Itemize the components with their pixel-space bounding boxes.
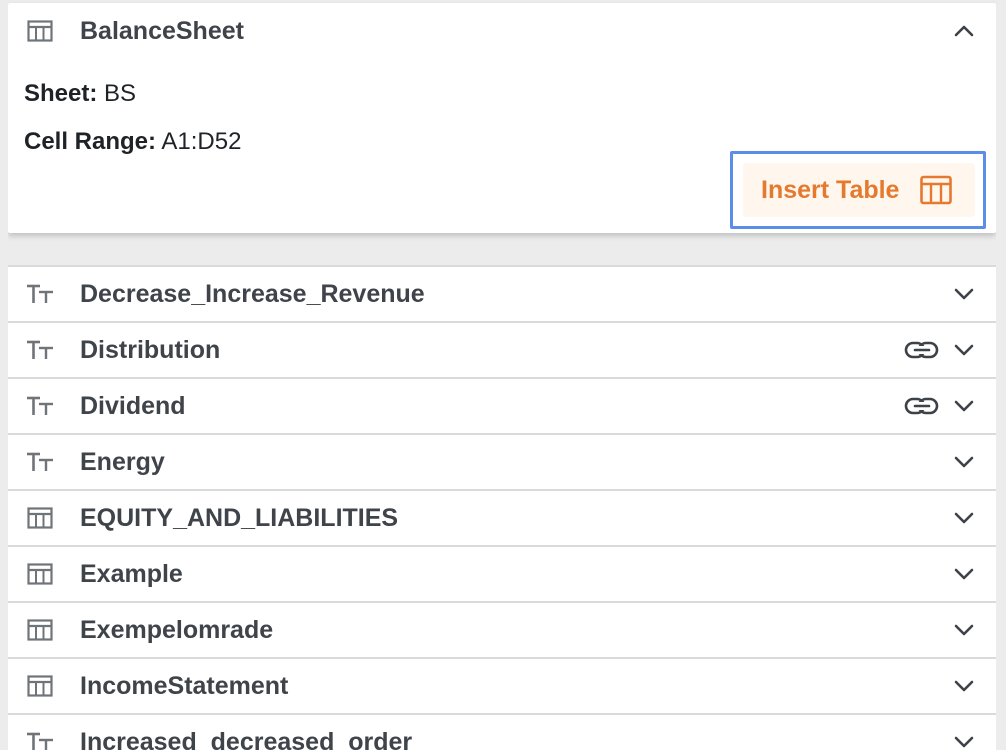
list-item-decrease-increase-revenue[interactable]: Decrease_Increase_Revenue	[8, 267, 996, 323]
link-icon[interactable]	[904, 337, 940, 363]
chevron-down-icon[interactable]	[952, 394, 976, 418]
list-item-incomestatement[interactable]: IncomeStatement	[8, 659, 996, 715]
chevron-down-icon[interactable]	[952, 562, 976, 586]
sheet-label: Sheet:	[24, 80, 98, 107]
list-item-label: IncomeStatement	[80, 672, 289, 700]
chevron-down-icon[interactable]	[952, 730, 976, 750]
text-icon	[26, 450, 54, 474]
list-item-dividend[interactable]: Dividend	[8, 379, 996, 435]
table-icon	[26, 618, 54, 642]
insert-table-button[interactable]: Insert Table	[743, 163, 975, 217]
table-icon	[26, 506, 54, 530]
chevron-down-icon[interactable]	[952, 506, 976, 530]
list-item-label: Energy	[80, 448, 165, 476]
chevron-down-icon[interactable]	[952, 674, 976, 698]
text-icon	[26, 394, 54, 418]
list-item-label: EQUITY_AND_LIABILITIES	[80, 504, 399, 532]
table-icon	[919, 173, 953, 207]
insert-table-focus-ring: Insert Table	[730, 151, 986, 229]
cell-range-detail: Cell Range: A1:D52	[24, 128, 241, 156]
text-icon	[26, 282, 54, 306]
table-icon	[26, 674, 54, 698]
list-item-label: Increased_decreased_order	[80, 728, 413, 750]
named-ranges-panel: BalanceSheet Sheet: BS Cell Range: A1:D5…	[8, 0, 996, 750]
expanded-item-header[interactable]: BalanceSheet	[8, 3, 996, 59]
chevron-down-icon[interactable]	[952, 282, 976, 306]
list-item-increased-decreased-order[interactable]: Increased_decreased_order	[8, 715, 996, 750]
list-item-label: Distribution	[80, 336, 221, 364]
expanded-item-title: BalanceSheet	[80, 17, 244, 45]
sheet-value: BS	[104, 80, 137, 107]
table-icon	[26, 562, 54, 586]
list-item-label: Example	[80, 560, 183, 588]
insert-table-label: Insert Table	[761, 175, 900, 204]
chevron-down-icon[interactable]	[952, 450, 976, 474]
text-icon	[26, 338, 54, 362]
list-item-exempelomrade[interactable]: Exempelomrade	[8, 603, 996, 659]
list-item-example[interactable]: Example	[8, 547, 996, 603]
cell-range-value: A1:D52	[161, 128, 242, 155]
list-item-equity-and-liabilities[interactable]: EQUITY_AND_LIABILITIES	[8, 491, 996, 547]
list-item-distribution[interactable]: Distribution	[8, 323, 996, 379]
named-item-list: Decrease_Increase_Revenue Distribution D…	[8, 265, 996, 750]
expanded-item-card: BalanceSheet Sheet: BS Cell Range: A1:D5…	[8, 3, 996, 233]
list-item-label: Dividend	[80, 392, 186, 420]
text-icon	[26, 730, 54, 750]
list-item-energy[interactable]: Energy	[8, 435, 996, 491]
chevron-down-icon[interactable]	[952, 618, 976, 642]
link-icon[interactable]	[904, 393, 940, 419]
chevron-down-icon[interactable]	[952, 338, 976, 362]
table-icon	[26, 19, 54, 43]
list-item-label: Decrease_Increase_Revenue	[80, 280, 425, 308]
cell-range-label: Cell Range:	[24, 128, 157, 155]
chevron-up-icon[interactable]	[952, 19, 976, 43]
list-item-label: Exempelomrade	[80, 616, 274, 644]
sheet-detail: Sheet: BS	[24, 80, 136, 108]
